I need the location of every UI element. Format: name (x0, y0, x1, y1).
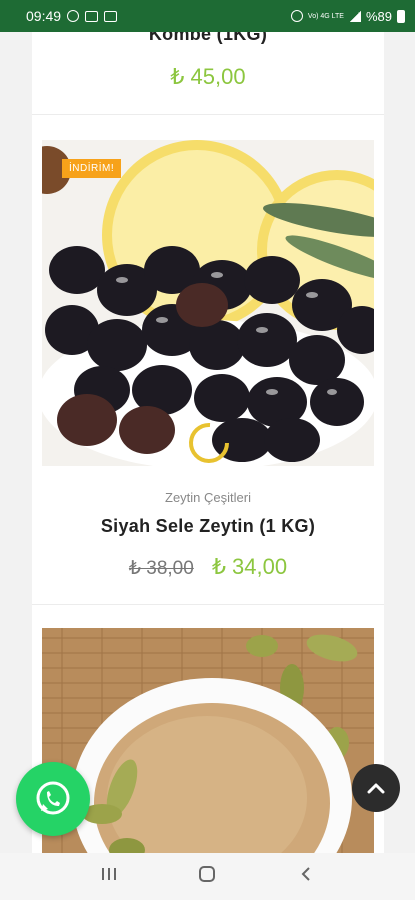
product-title[interactable]: Siyah Sele Zeytin (1 KG) (32, 516, 384, 537)
discount-badge: İNDİRİM! (62, 159, 122, 178)
spice-image (42, 628, 374, 853)
whatsapp-button[interactable] (16, 762, 90, 836)
whatsapp-icon (36, 781, 70, 815)
alarm-icon (290, 10, 303, 22)
battery-percent: %89 (365, 8, 392, 24)
screen-notification-icon (104, 10, 118, 22)
scroll-top-button[interactable] (352, 764, 400, 812)
status-time: 09:49 (26, 8, 62, 24)
product-old-price: ₺ 38,00 (128, 558, 194, 579)
olive-image (42, 140, 374, 466)
system-nav-bar (0, 853, 415, 900)
back-icon (301, 867, 310, 881)
product-price: ₺ 34,00 (211, 554, 288, 579)
product-image[interactable] (42, 628, 374, 853)
product-category[interactable]: Zeytin Çeşitleri (32, 490, 384, 505)
chevron-up-icon (367, 783, 385, 794)
signal-icon (348, 10, 361, 22)
home-button[interactable] (187, 865, 227, 889)
product-list[interactable]: Kombe (1KG) ₺ 45,00 İNDİRİM! Zeytin Çeşi… (0, 32, 415, 853)
back-button[interactable] (286, 865, 326, 888)
status-bar: 09:49 Vo) 4G LTE %89 (0, 0, 415, 32)
product-divider (32, 604, 384, 605)
product-price: ₺ 45,00 (170, 64, 246, 89)
product-divider (32, 114, 384, 115)
battery-icon (397, 9, 405, 23)
status-left: 09:49 (26, 8, 118, 24)
recent-apps-icon (102, 868, 117, 880)
product-image[interactable]: İNDİRİM! (42, 140, 374, 466)
whatsapp-notification-icon (67, 10, 80, 22)
home-icon (199, 865, 216, 882)
network-indicator: Vo) 4G LTE (307, 12, 344, 20)
recent-apps-button[interactable] (89, 865, 129, 888)
status-right: Vo) 4G LTE %89 (290, 8, 405, 24)
product-price-row: ₺ 38,00 ₺ 34,00 (32, 554, 384, 580)
product-title[interactable]: Kombe (1KG) (32, 32, 384, 45)
gallery-notification-icon (85, 10, 99, 22)
